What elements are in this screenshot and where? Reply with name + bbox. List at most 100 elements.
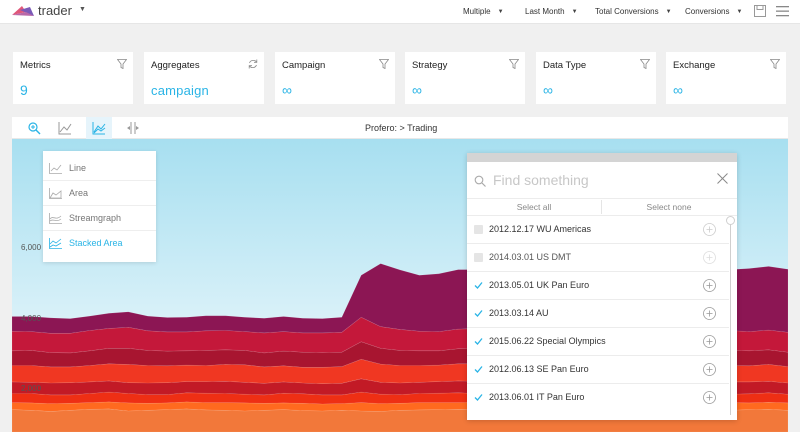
caret-down-icon: ▼ <box>665 9 672 15</box>
area-chart-icon <box>92 122 106 135</box>
y-tick-label: 4,000 <box>21 314 42 323</box>
add-icon[interactable] <box>703 335 716 348</box>
chart-type-area[interactable]: Area <box>43 181 156 206</box>
card-data-type[interactable]: Data Type ∞ <box>536 52 656 104</box>
list-item[interactable]: 2014.03.01 US DMT <box>467 244 729 272</box>
checkmark-icon[interactable] <box>474 337 483 346</box>
add-icon[interactable] <box>703 391 716 404</box>
item-label: 2014.03.01 US DMT <box>489 252 572 262</box>
y-tick-label: 2,000 <box>21 384 42 393</box>
list-item[interactable]: 2013.06.01 IT Pan Euro <box>467 384 729 412</box>
select-none-button[interactable]: Select none <box>602 199 736 215</box>
list-item[interactable]: 2013.05.01 UK Pan Euro <box>467 272 729 300</box>
chart-panel: Profero: > Trading 2,000 4,000 6,000 Lin… <box>12 117 788 432</box>
checkmark-icon[interactable] <box>474 309 483 318</box>
line-chart-icon[interactable] <box>58 121 72 135</box>
card-title: Data Type <box>543 60 587 71</box>
add-icon[interactable] <box>703 363 716 376</box>
card-title: Strategy <box>412 60 448 71</box>
add-icon[interactable] <box>703 307 716 320</box>
compare-icon[interactable] <box>126 121 140 135</box>
list-item[interactable]: 2015.06.22 Special Olympics <box>467 328 729 356</box>
item-label: 2012.06.13 SE Pan Euro <box>489 364 589 374</box>
card-value: ∞ <box>673 82 684 98</box>
list-item[interactable]: 2013.03.14 AU <box>467 300 729 328</box>
finder-search <box>467 162 737 198</box>
streamgraph-icon <box>49 213 62 224</box>
filter-icon[interactable] <box>770 59 780 69</box>
filter-icon[interactable] <box>640 59 650 69</box>
add-icon[interactable] <box>703 279 716 292</box>
save-icon[interactable] <box>754 5 766 17</box>
app-title[interactable]: trader <box>38 3 72 18</box>
card-title: Campaign <box>282 60 326 71</box>
search-icon <box>474 175 486 187</box>
caret-down-icon: ▼ <box>736 9 743 15</box>
app-menu-caret-icon[interactable]: ▼ <box>79 6 86 13</box>
checkmark-icon[interactable] <box>474 281 483 290</box>
trader-logo-icon <box>12 6 34 16</box>
card-title: Exchange <box>673 60 716 71</box>
caret-down-icon: ▼ <box>497 9 504 15</box>
card-title: Aggregates <box>151 60 200 71</box>
list-item[interactable]: 2012.12.17 WU Americas <box>467 216 729 244</box>
add-icon[interactable] <box>703 251 716 264</box>
chart-toolbar: Profero: > Trading <box>12 117 788 139</box>
card-metrics[interactable]: Metrics 9 <box>13 52 133 104</box>
metric-dropdown[interactable]: Total Conversions ▼ <box>595 7 672 16</box>
scrollbar-track[interactable] <box>730 219 731 415</box>
series-finder-popup: Select all Select none 2012.12.17 WU Ame… <box>467 153 737 420</box>
menu-item-label: Streamgraph <box>69 213 122 223</box>
menu-item-label: Area <box>69 188 89 198</box>
card-title: Metrics <box>20 60 51 71</box>
filter-icon[interactable] <box>379 59 389 69</box>
conversion-type-dropdown[interactable]: Conversions ▼ <box>685 7 742 16</box>
area-chart-icon <box>49 188 62 199</box>
card-value: 9 <box>20 82 28 98</box>
checkbox-unchecked[interactable] <box>474 253 483 262</box>
item-label: 2015.06.22 Special Olympics <box>489 336 606 346</box>
breadcrumb: Profero: > Trading <box>365 123 438 133</box>
chart-type-menu: Line Area Streamgraph Stacked Area <box>43 151 156 262</box>
item-label: 2013.06.01 IT Pan Euro <box>489 392 585 402</box>
card-value: ∞ <box>282 82 293 98</box>
menu-item-label: Line <box>69 163 87 173</box>
finder-header <box>467 153 737 162</box>
card-value: campaign <box>151 83 209 98</box>
selection-actions: Select all Select none <box>467 198 737 216</box>
card-value: ∞ <box>543 82 554 98</box>
zoom-icon[interactable] <box>27 121 41 135</box>
checkbox-unchecked[interactable] <box>474 225 483 234</box>
stacked-area-icon <box>49 238 62 249</box>
checkmark-icon[interactable] <box>474 393 483 402</box>
hamburger-menu-icon[interactable] <box>776 5 789 17</box>
chart-type-streamgraph[interactable]: Streamgraph <box>43 206 156 231</box>
search-input[interactable] <box>493 169 703 191</box>
scope-dropdown[interactable]: Multiple ▼ <box>463 7 504 16</box>
menu-item-label: Stacked Area <box>69 238 123 248</box>
card-value: ∞ <box>412 82 423 98</box>
chart-type-button[interactable] <box>86 117 112 139</box>
date-range-dropdown[interactable]: Last Month ▼ <box>525 7 578 16</box>
checkmark-icon[interactable] <box>474 365 483 374</box>
close-icon[interactable] <box>717 173 728 184</box>
scrollbar-handle[interactable] <box>726 216 735 225</box>
chart-type-line[interactable]: Line <box>43 156 156 181</box>
card-campaign[interactable]: Campaign ∞ <box>275 52 395 104</box>
add-icon[interactable] <box>703 223 716 236</box>
item-label: 2013.03.14 AU <box>489 308 549 318</box>
refresh-icon[interactable] <box>248 59 258 69</box>
card-exchange[interactable]: Exchange ∞ <box>666 52 786 104</box>
y-tick-label: 6,000 <box>21 243 42 252</box>
top-bar: trader ▼ Multiple ▼ Last Month ▼ Total Con… <box>0 0 800 24</box>
list-item[interactable]: 2012.06.13 SE Pan Euro <box>467 356 729 384</box>
select-all-button[interactable]: Select all <box>467 199 601 215</box>
item-label: 2012.12.17 WU Americas <box>489 224 592 234</box>
card-strategy[interactable]: Strategy ∞ <box>405 52 525 104</box>
chart-type-stacked-area[interactable]: Stacked Area <box>43 231 156 256</box>
card-aggregates[interactable]: Aggregates campaign <box>144 52 264 104</box>
line-chart-icon <box>49 163 62 174</box>
caret-down-icon: ▼ <box>571 9 578 15</box>
filter-icon[interactable] <box>509 59 519 69</box>
filter-icon[interactable] <box>117 59 127 69</box>
